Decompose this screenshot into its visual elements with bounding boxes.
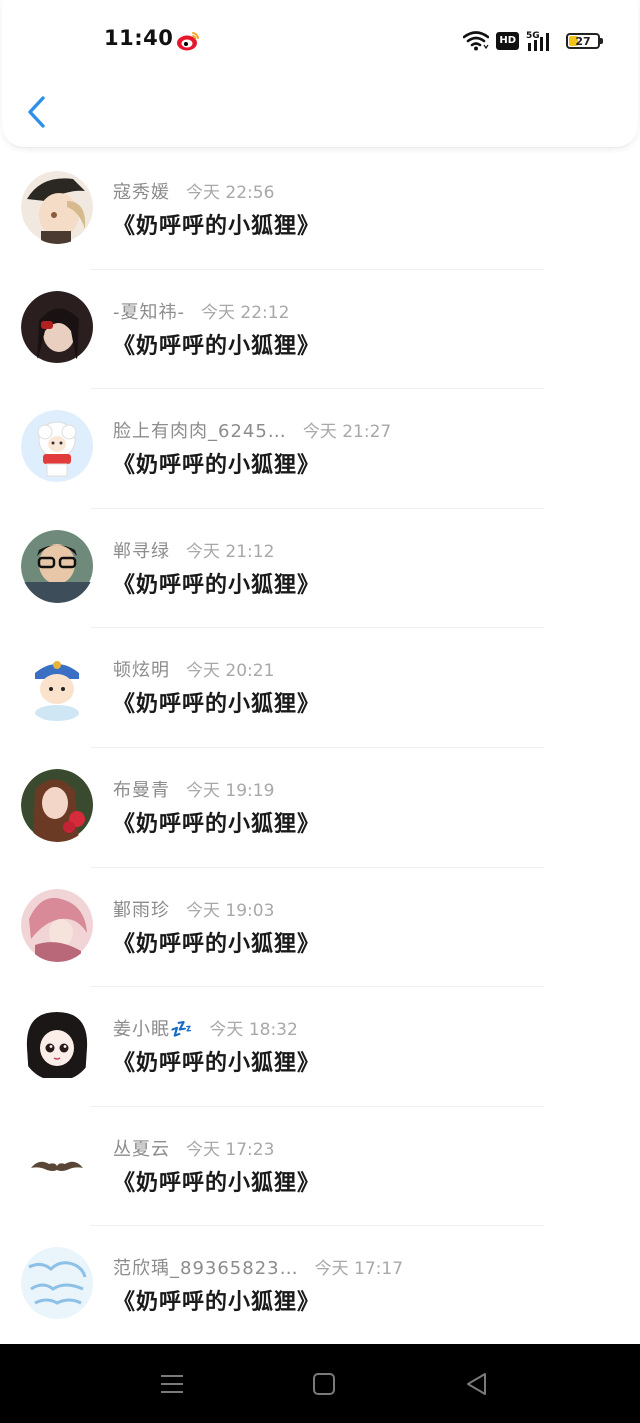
comment-text: 《奶呼呼的小狐狸》 bbox=[113, 1051, 321, 1077]
avatar[interactable] bbox=[21, 1247, 94, 1320]
comment-text: 《奶呼呼的小狐狸》 bbox=[113, 811, 321, 837]
name-line: 姜小眠💤 今天 18:32 bbox=[113, 1015, 298, 1041]
avatar[interactable] bbox=[21, 410, 94, 483]
list-item[interactable]: 鄞雨珍 今天 19:03 《奶呼呼的小狐狸》 bbox=[0, 868, 640, 988]
list-item[interactable]: 丛夏云 今天 17:23 《奶呼呼的小狐狸》 bbox=[0, 1107, 640, 1227]
list-item[interactable]: 脸上有肉肉_6245… 今天 21:27 《奶呼呼的小狐狸》 bbox=[0, 389, 640, 509]
comment-time: 今天 19:03 bbox=[186, 900, 275, 921]
network-label: 5G bbox=[526, 31, 540, 41]
comment-text: 《奶呼呼的小狐狸》 bbox=[113, 931, 321, 957]
avatar[interactable] bbox=[21, 649, 94, 722]
name-line: 顿炫明 今天 20:21 bbox=[113, 656, 274, 682]
user-name[interactable]: 范欣瑀_89365823… bbox=[113, 1258, 299, 1279]
avatar[interactable] bbox=[21, 171, 94, 244]
user-name[interactable]: 鄞雨珍 bbox=[113, 900, 170, 921]
comment-time: 今天 22:12 bbox=[201, 302, 290, 323]
avatar[interactable] bbox=[21, 1008, 94, 1081]
list-item[interactable]: 寇秀媛 今天 22:56 《奶呼呼的小狐狸》 bbox=[0, 150, 640, 270]
battery-level: 27 bbox=[575, 34, 591, 48]
name-line: -夏知祎- 今天 22:12 bbox=[113, 298, 289, 324]
hd-badge: HD bbox=[496, 32, 519, 50]
user-name[interactable]: 姜小眠💤 bbox=[113, 1019, 193, 1040]
comment-text: 《奶呼呼的小狐狸》 bbox=[113, 333, 321, 359]
screen: 11:40 HD 5G 27 寇秀媛 今天 22:56 《奶呼呼的小狐狸》 -夏… bbox=[0, 0, 640, 1423]
status-indicators: HD 5G 27 bbox=[463, 28, 603, 54]
avatar[interactable] bbox=[21, 1127, 94, 1201]
name-line: 鄞雨珍 今天 19:03 bbox=[113, 896, 274, 922]
menu-icon[interactable] bbox=[158, 1370, 186, 1398]
user-name[interactable]: 布曼青 bbox=[113, 780, 170, 801]
comment-time: 今天 19:19 bbox=[186, 780, 275, 801]
name-line: 寇秀媛 今天 22:56 bbox=[113, 178, 274, 204]
list-item[interactable]: -夏知祎- 今天 22:12 《奶呼呼的小狐狸》 bbox=[0, 270, 640, 390]
list-item[interactable]: 顿炫明 今天 20:21 《奶呼呼的小狐狸》 bbox=[0, 628, 640, 748]
user-name[interactable]: 丛夏云 bbox=[113, 1139, 170, 1160]
avatar[interactable] bbox=[21, 290, 94, 364]
comment-time: 今天 20:21 bbox=[186, 661, 275, 682]
name-line: 脸上有肉肉_6245… 今天 21:27 bbox=[113, 417, 391, 443]
comment-text: 《奶呼呼的小狐狸》 bbox=[113, 1170, 321, 1196]
battery-icon: 27 bbox=[566, 33, 603, 49]
wifi-icon bbox=[463, 31, 490, 51]
comment-text: 《奶呼呼的小狐狸》 bbox=[113, 214, 321, 239]
signal-5g-icon: 5G bbox=[526, 31, 549, 51]
comment-text: 《奶呼呼的小狐狸》 bbox=[113, 453, 321, 479]
back-nav-icon[interactable] bbox=[463, 1370, 491, 1398]
user-name[interactable]: -夏知祎- bbox=[113, 302, 185, 323]
status-time: 11:40 bbox=[104, 26, 174, 50]
comment-time: 今天 17:23 bbox=[186, 1139, 275, 1160]
comment-list: 寇秀媛 今天 22:56 《奶呼呼的小狐狸》 -夏知祎- 今天 22:12 《奶呼呼… bbox=[0, 150, 640, 1346]
user-name[interactable]: 顿炫明 bbox=[113, 660, 170, 681]
list-item[interactable]: 姜小眠💤 今天 18:32 《奶呼呼的小狐狸》 bbox=[0, 987, 640, 1107]
weibo-icon bbox=[177, 32, 199, 51]
name-line: 布曼青 今天 19:19 bbox=[113, 776, 274, 802]
avatar[interactable] bbox=[21, 529, 94, 603]
user-name[interactable]: 寇秀媛 bbox=[113, 182, 170, 203]
home-icon[interactable] bbox=[310, 1370, 338, 1398]
user-name[interactable]: 郸寻绿 bbox=[113, 541, 170, 562]
user-name[interactable]: 脸上有肉肉_6245… bbox=[113, 421, 287, 442]
back-button[interactable] bbox=[24, 94, 50, 130]
top-bar: 11:40 HD 5G 27 bbox=[2, 0, 638, 148]
list-item[interactable]: 范欣瑀_89365823… 今天 17:17 《奶呼呼的小狐狸》 bbox=[0, 1226, 640, 1346]
comment-time: 今天 21:27 bbox=[302, 422, 392, 443]
comment-text: 《奶呼呼的小狐狸》 bbox=[113, 1290, 321, 1316]
comment-time: 今天 18:32 bbox=[209, 1020, 298, 1041]
name-line: 丛夏云 今天 17:23 bbox=[113, 1135, 274, 1161]
comment-text: 《奶呼呼的小狐狸》 bbox=[113, 572, 321, 598]
name-line: 范欣瑀_89365823… 今天 17:17 bbox=[113, 1254, 403, 1280]
list-item[interactable]: 郸寻绿 今天 21:12 《奶呼呼的小狐狸》 bbox=[0, 509, 640, 629]
comment-time: 今天 22:56 bbox=[186, 183, 275, 203]
list-item[interactable]: 布曼青 今天 19:19 《奶呼呼的小狐狸》 bbox=[0, 748, 640, 868]
name-line: 郸寻绿 今天 21:12 bbox=[113, 537, 274, 563]
avatar[interactable] bbox=[21, 768, 94, 842]
comment-time: 今天 17:17 bbox=[314, 1259, 404, 1280]
system-nav-bar bbox=[0, 1344, 640, 1423]
comment-text: 《奶呼呼的小狐狸》 bbox=[113, 692, 321, 718]
avatar[interactable] bbox=[21, 888, 94, 962]
comment-time: 今天 21:12 bbox=[186, 541, 275, 562]
